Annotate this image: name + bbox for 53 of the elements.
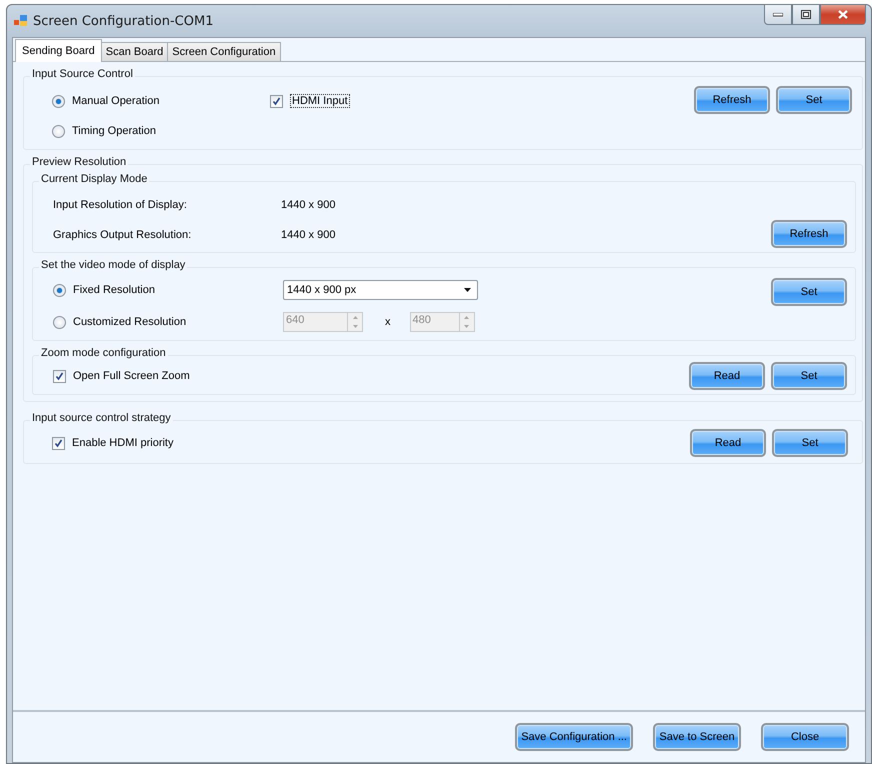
resolution-value: 1440 x 900 [281, 199, 336, 211]
radio-button[interactable] [53, 284, 66, 296]
button[interactable]: Close [761, 723, 849, 751]
radio-button[interactable] [53, 316, 66, 328]
group-title: Set the video mode of display [39, 259, 188, 271]
group-title: Input source control strategy [30, 412, 173, 424]
radio-button[interactable] [52, 124, 65, 138]
app-icon [14, 15, 28, 27]
checkbox-label[interactable]: Enable HDMI priority [72, 437, 174, 449]
checkbox[interactable] [270, 94, 283, 108]
checkbox-label[interactable]: Open Full Screen Zoom [73, 370, 190, 382]
button[interactable]: Set [771, 278, 847, 306]
tab[interactable]: Sending Board [15, 39, 102, 62]
maximize-icon [801, 10, 811, 19]
button[interactable]: Refresh [694, 86, 770, 114]
spin-down-icon [352, 325, 358, 328]
spin-up-icon [464, 316, 469, 319]
tab[interactable]: Screen Configuration [167, 42, 281, 61]
dropdown-caret-icon [464, 288, 471, 292]
window-title: Screen Configuration-COM1 [33, 14, 214, 28]
radio-label[interactable]: Timing Operation [72, 125, 156, 137]
checkbox[interactable] [52, 436, 65, 450]
group-title: Input Source Control [30, 68, 135, 80]
spin-up-icon [352, 316, 358, 319]
radio-button[interactable] [52, 94, 65, 108]
button[interactable]: Read [690, 429, 766, 457]
group-title: Current Display Mode [39, 173, 150, 185]
tab[interactable]: Scan Board [100, 42, 168, 61]
group-title: Preview Resolution [30, 156, 128, 168]
button[interactable]: Set [771, 362, 847, 390]
radio-label[interactable]: Customized Resolution [73, 316, 186, 328]
spin-down-icon [464, 325, 469, 328]
field-label: Graphics Output Resolution: [53, 229, 192, 241]
button[interactable]: Set [776, 86, 852, 114]
minimize-button[interactable] [764, 4, 792, 25]
times-label: x [385, 316, 390, 328]
checkbox[interactable] [53, 370, 66, 382]
maximize-button[interactable] [792, 4, 820, 25]
radio-label[interactable]: Fixed Resolution [73, 284, 155, 296]
field-label: Input Resolution of Display: [53, 199, 188, 211]
button[interactable]: Save to Screen [653, 723, 741, 751]
minimize-icon [773, 12, 783, 16]
resolution-value: 1440 x 900 [281, 229, 336, 241]
button[interactable]: Read [689, 362, 765, 390]
close-icon [838, 10, 848, 19]
resolution-dropdown[interactable]: 1440 x 900 px [283, 280, 478, 300]
group-title: Zoom mode configuration [39, 347, 168, 359]
button[interactable]: Set [772, 429, 848, 457]
radio-label[interactable]: Manual Operation [72, 95, 160, 107]
checkbox-label[interactable]: HDMI Input [290, 94, 350, 108]
button[interactable]: Refresh [771, 220, 847, 248]
button[interactable]: Save Configuration ... [515, 723, 633, 751]
close-button[interactable] [820, 4, 866, 25]
